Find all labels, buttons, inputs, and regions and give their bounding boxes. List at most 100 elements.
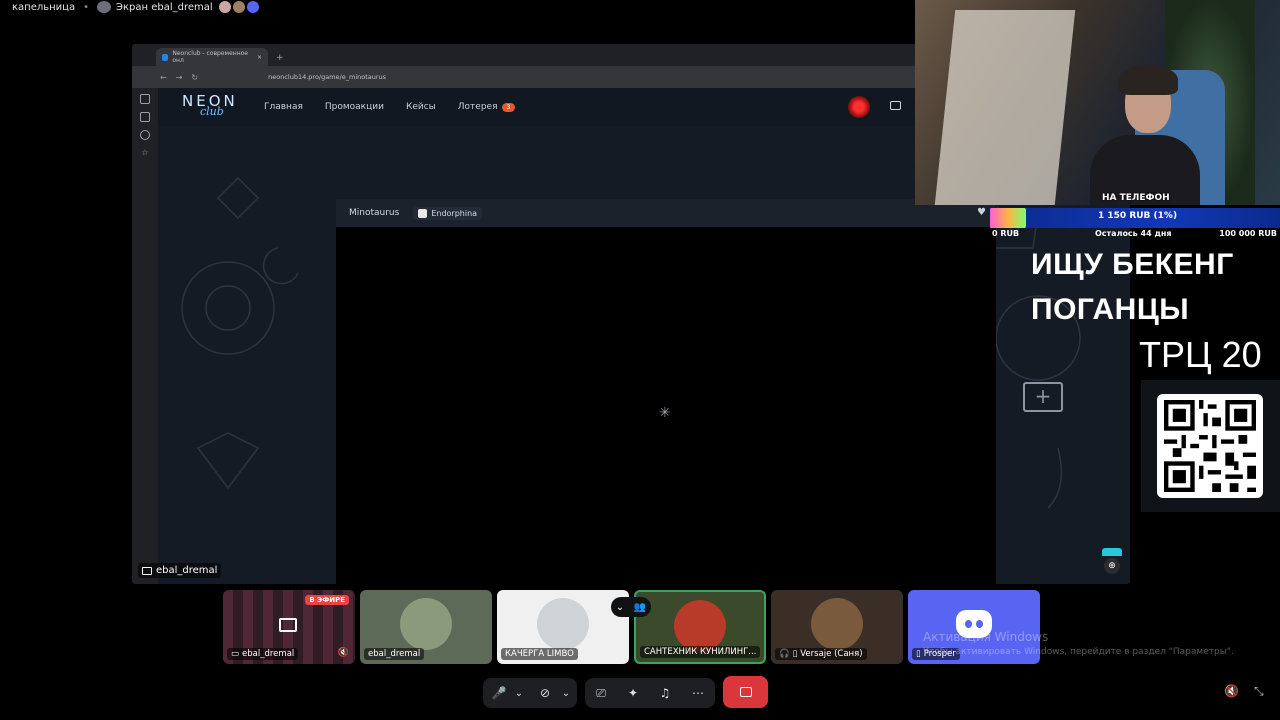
windows-activation-title: Активация Windows <box>923 630 1049 644</box>
exit-fullscreen-icon[interactable]: ⤡ <box>1254 684 1264 699</box>
sidebar-icon[interactable] <box>140 94 150 104</box>
camera-options-chevron-icon[interactable]: ⌄ <box>559 678 573 708</box>
participant-name: ebal_dremal <box>364 648 425 660</box>
more-options-icon[interactable]: ⋯ <box>689 678 707 708</box>
add-user-icon: 👥 <box>633 601 647 613</box>
overlay-line-1: ИЩУ БЕКЕНГ <box>1031 248 1234 281</box>
discord-call-window: капельница • Экран ebal_dremal Neonclub … <box>0 0 1280 720</box>
goal-max: 100 000 RUB <box>1219 229 1277 238</box>
volume-icon[interactable]: 🔇 <box>1224 684 1239 698</box>
url-field[interactable]: neonclub14.pro/game/e_minotaurus <box>268 73 386 81</box>
microphone-icon[interactable]: 🎤 <box>490 678 508 708</box>
lottery-badge: 3 <box>501 103 516 112</box>
overlay-line-2: ПОГАНЦЫ <box>1031 293 1190 326</box>
chat-widget-tab[interactable] <box>1102 548 1122 556</box>
screen-share-icon <box>279 618 297 632</box>
participant-tile[interactable]: 🎧 ▯ Versaje (Саня) <box>771 590 903 664</box>
tab-favicon-icon <box>162 53 169 61</box>
history-icon[interactable] <box>140 130 150 140</box>
person-hair <box>1118 65 1178 95</box>
collapse-participants-button[interactable]: ⌄ 👥 <box>611 597 651 617</box>
provider-name: Endorphina <box>431 208 478 218</box>
streamer-nameplate: ebal_dremal <box>138 563 222 578</box>
avatar <box>674 600 726 652</box>
sidebar-icon[interactable] <box>140 112 150 122</box>
goal-remaining: Осталось 44 дня <box>1095 229 1172 238</box>
lottery-label: Лотерея <box>457 102 498 112</box>
goal-current: 1 150 RUB (1%) <box>1098 211 1178 221</box>
viewer-avatar[interactable] <box>232 1 245 13</box>
menu-item-cases[interactable]: Кейсы <box>406 102 436 112</box>
disconnect-button[interactable] <box>723 676 768 708</box>
streamer-name: ebal_dremal <box>156 565 218 576</box>
avatar <box>400 598 452 650</box>
logo-subtext: club <box>200 105 224 118</box>
back-icon[interactable]: ← <box>160 73 167 82</box>
webcam-person <box>1080 65 1200 205</box>
participant-name-text: Versaje (Саня) <box>800 649 863 659</box>
overlay-line-3: ТРЦ 20 <box>1139 334 1262 375</box>
disconnect-icon <box>739 687 752 697</box>
loading-spinner-icon: ✳ <box>659 405 671 421</box>
provider-icon <box>418 208 428 218</box>
browser-sidebar: ☆ <box>132 88 158 584</box>
participant-tile[interactable]: КАЧЕРГА LIMBO <box>497 590 629 664</box>
screen-share-icon <box>142 566 152 575</box>
participant-tile-speaking[interactable]: САНТЕХНИК КУНИЛИНГ... <box>634 590 766 664</box>
bonus-gem-icon[interactable] <box>848 96 870 118</box>
muted-icon: 🔇 <box>337 648 349 658</box>
mic-options-chevron-icon[interactable]: ⌄ <box>512 678 526 708</box>
menu-item-lottery[interactable]: Лотерея 3 <box>458 102 516 112</box>
goal-labels: 0 RUB Осталось 44 дня 100 000 RUB <box>990 229 1280 241</box>
zoom-icon[interactable]: ⊕ <box>1104 558 1120 574</box>
qr-code <box>1157 394 1263 498</box>
donation-goal-bar: 1 150 RUB (1%) <box>990 208 1280 228</box>
star-icon[interactable]: ☆ <box>141 148 148 157</box>
webcam-background-wall <box>934 10 1076 205</box>
soundboard-icon[interactable]: ♫ <box>656 678 674 708</box>
wallet-icon[interactable] <box>890 101 901 110</box>
browser-nav: ← → ↻ <box>160 73 198 82</box>
new-tab-button[interactable]: + <box>276 53 284 63</box>
menu-item-home[interactable]: Главная <box>264 102 303 112</box>
windows-activation-subtitle: Чтобы активировать Windows, перейдите в … <box>923 647 1234 657</box>
browser-tab[interactable]: Neonclub - современное онл × <box>156 48 268 66</box>
qr-panel <box>1141 380 1280 512</box>
live-badge: В ЭФИРЕ <box>305 595 349 605</box>
qr-code-graphic <box>1164 400 1256 492</box>
streamer-webcam <box>915 0 1280 205</box>
reload-icon[interactable]: ↻ <box>191 73 198 82</box>
participant-tile[interactable]: ebal_dremal <box>360 590 492 664</box>
chevron-down-icon: ⌄ <box>615 601 625 613</box>
neonclub-logo[interactable]: NEON club <box>182 89 248 125</box>
call-controls: 🎤 ⌄ ⊘ ⌄ ⎚ ✦ ♫ ⋯ <box>0 674 1280 710</box>
game-frame[interactable]: Minotaurus Endorphina ♥ ✳ <box>336 199 996 584</box>
provider-chip[interactable]: Endorphina <box>413 206 483 220</box>
forward-icon[interactable]: → <box>176 73 183 82</box>
favorite-heart-icon[interactable]: ♥ <box>977 207 986 218</box>
separator-dot: • <box>83 1 90 13</box>
activities-icon[interactable]: ✦ <box>624 678 642 708</box>
deafened-icon: 🎧 <box>779 649 790 659</box>
site-menu: Главная Промоакции Кейсы Лотерея 3 <box>264 102 516 112</box>
monitor-icon: + <box>1023 382 1063 412</box>
share-screen-icon[interactable]: ⎚ <box>592 678 610 708</box>
viewer-avatar[interactable] <box>218 1 231 13</box>
participant-name-text: ebal_dremal <box>242 649 295 659</box>
overlay-phone-label: НА ТЕЛЕФОН <box>1102 193 1170 203</box>
goal-min: 0 RUB <box>992 229 1020 238</box>
screen-share-icon <box>97 1 112 13</box>
screen-label: Экран ebal_dremal <box>116 1 213 13</box>
nyan-cat-icon <box>990 208 1026 228</box>
camera-off-icon[interactable]: ⊘ <box>536 678 554 708</box>
tab-close-icon[interactable]: × <box>257 54 262 61</box>
game-title: Minotaurus <box>349 208 400 218</box>
game-header: Minotaurus Endorphina ♥ <box>336 199 996 227</box>
avatar <box>537 598 589 650</box>
participant-name: 🎧 ▯ Versaje (Саня) <box>775 648 867 660</box>
participant-tile-stream[interactable]: В ЭФИРЕ ▭ ebal_dremal 🔇 <box>223 590 355 664</box>
discord-viewer-avatar[interactable] <box>246 1 259 13</box>
screen-mini-icon: ▭ <box>231 649 240 659</box>
menu-item-promos[interactable]: Промоакции <box>325 102 384 112</box>
channel-name[interactable]: капельница <box>12 2 75 13</box>
